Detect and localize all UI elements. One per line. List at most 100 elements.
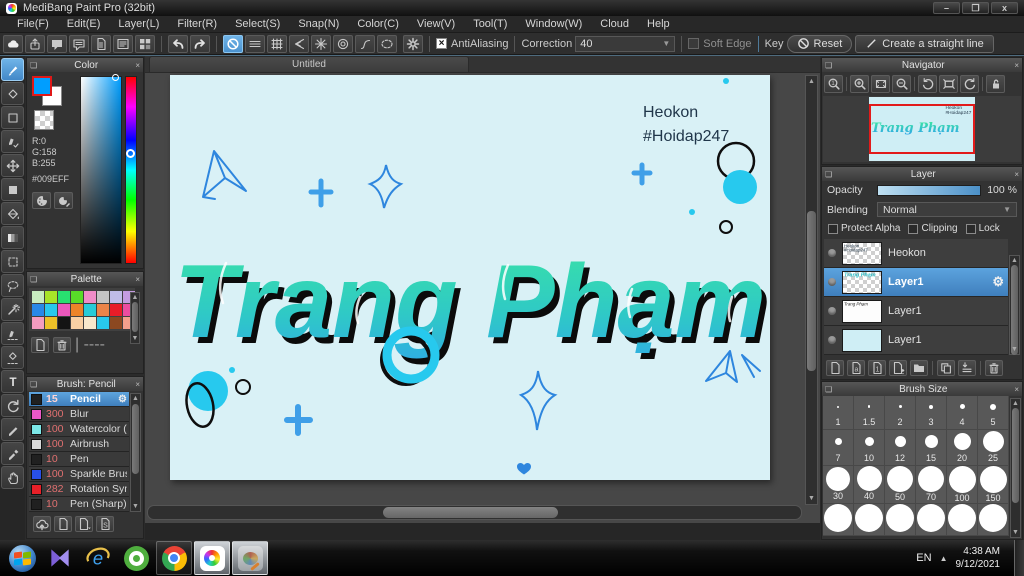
antialiasing-checkbox[interactable]: × AntiAliasing — [436, 38, 508, 50]
snap-ellipse-icon[interactable] — [377, 34, 397, 53]
taskbar-coccoc[interactable] — [118, 541, 154, 575]
zoom-actual-icon[interactable]: 1 — [824, 75, 843, 93]
trash-icon[interactable] — [985, 360, 1003, 376]
close-icon[interactable]: × — [132, 61, 143, 70]
tool-lasso[interactable] — [1, 274, 24, 297]
menu-item-color[interactable]: Color(C) — [348, 18, 408, 30]
snap-vanish-icon[interactable] — [289, 34, 309, 53]
snap-curve-icon[interactable] — [355, 34, 375, 53]
close-icon[interactable]: × — [132, 380, 143, 389]
taskbar-medibang[interactable] — [194, 541, 230, 575]
palette-swatch[interactable] — [110, 291, 122, 303]
brush-scrollbar[interactable]: ▲ ▼ — [130, 393, 141, 512]
menu-item-cloud[interactable]: Cloud — [591, 18, 638, 30]
snap-parallel-icon[interactable] — [245, 34, 265, 53]
menu-item-edit[interactable]: Edit(E) — [58, 18, 110, 30]
layer-scrollbar[interactable]: ▲ ▼ — [1009, 255, 1020, 355]
menu-item-filter[interactable]: Filter(R) — [168, 18, 226, 30]
zoom-fit-icon[interactable] — [871, 75, 890, 93]
scrollbar-thumb[interactable] — [383, 507, 558, 518]
palette-scrollbar[interactable]: ▲ ▼ — [130, 292, 140, 344]
checkbox-protect-alpha[interactable]: Protect Alpha — [828, 223, 900, 234]
brush-item-pen-sharp-[interactable]: 10 Pen (Sharp) — [29, 497, 129, 512]
clock[interactable]: 4:38 AM 9/12/2021 — [956, 545, 1007, 571]
blending-dropdown[interactable]: Normal ▼ — [877, 202, 1017, 217]
brush-item-airbrush[interactable]: 100 Airbrush — [29, 437, 129, 452]
merge-icon[interactable] — [958, 360, 976, 376]
tool-select-pen[interactable] — [1, 322, 24, 345]
brush-size-scrollbar[interactable]: ▲ ▼ — [1010, 398, 1021, 538]
redo-icon[interactable] — [190, 34, 210, 53]
brush-size-1.5[interactable]: 1.5 — [854, 396, 885, 430]
page-s-icon[interactable]: S — [96, 516, 114, 532]
tool-pen[interactable] — [1, 418, 24, 441]
layer-item[interactable]: Trang Phạm Layer1 ⚙ — [824, 268, 1008, 297]
soft-edge-checkbox[interactable]: Soft Edge — [688, 38, 752, 50]
rotate-left-icon[interactable] — [918, 75, 937, 93]
tool-marquee[interactable] — [1, 250, 24, 273]
tool-gradient[interactable] — [1, 226, 24, 249]
brush-size-1[interactable]: 1 — [823, 396, 854, 430]
taskbar-kmplayer[interactable] — [42, 541, 78, 575]
trash-icon[interactable] — [53, 337, 71, 353]
palette-swatch[interactable] — [97, 304, 109, 316]
tool-fill-rect[interactable] — [1, 178, 24, 201]
canvas-horizontal-scrollbar[interactable] — [147, 505, 802, 520]
duplicate-icon[interactable] — [937, 360, 955, 376]
tool-bucket[interactable] — [1, 202, 24, 225]
brush-size-5[interactable]: 5 — [978, 396, 1009, 430]
cloud-icon[interactable] — [3, 34, 23, 53]
layer-visibility-dot[interactable] — [828, 307, 836, 315]
taskbar-paint-app[interactable] — [232, 541, 268, 575]
brush-size-2[interactable]: 2 — [885, 396, 916, 430]
menu-item-snap[interactable]: Snap(N) — [289, 18, 348, 30]
brush-size-30[interactable]: 30 — [823, 466, 854, 504]
cloud-up-icon[interactable] — [33, 516, 51, 532]
layer-visibility-dot[interactable] — [828, 336, 836, 344]
menu-item-tool[interactable]: Tool(T) — [464, 18, 516, 30]
popout-icon[interactable]: ❏ — [822, 61, 835, 70]
tool-brush[interactable] — [1, 58, 24, 81]
hue-marker[interactable] — [126, 149, 135, 158]
palette-swatch[interactable] — [45, 317, 57, 329]
palette-swatch[interactable] — [45, 304, 57, 316]
palette-swatch[interactable] — [97, 291, 109, 303]
palette-swatch[interactable] — [84, 304, 96, 316]
checkbox-clipping[interactable]: Clipping — [908, 223, 958, 234]
document-icon[interactable] — [91, 34, 111, 53]
menu-item-view[interactable]: View(V) — [408, 18, 464, 30]
layer-item[interactable]: Heokon #Hoidap247 Heokon — [824, 239, 1008, 268]
brush-size-4[interactable]: 4 — [947, 396, 978, 430]
popout-icon[interactable]: ❏ — [27, 61, 40, 70]
close-button[interactable]: x — [991, 2, 1018, 14]
zoom-out-icon[interactable] — [892, 75, 911, 93]
brush-item-pen[interactable]: 10 Pen — [29, 452, 129, 467]
snap-concentric-icon[interactable] — [333, 34, 353, 53]
comment-icon[interactable] — [69, 34, 89, 53]
brush-item-blur[interactable]: 300 Blur — [29, 407, 129, 422]
brush-size-large[interactable] — [916, 504, 947, 536]
lock-icon[interactable] — [986, 75, 1005, 93]
brush-size-large[interactable] — [885, 504, 916, 536]
show-desktop-button[interactable] — [1014, 540, 1024, 576]
page-1-icon[interactable]: 1 — [868, 360, 886, 376]
tiles-icon[interactable] — [135, 34, 155, 53]
palette-swatch[interactable] — [84, 291, 96, 303]
layer-settings-gear-icon[interactable]: ⚙ — [992, 274, 1004, 290]
sv-marker[interactable] — [112, 74, 119, 81]
palette-swatch[interactable] — [71, 317, 83, 329]
close-icon[interactable]: × — [1011, 61, 1022, 70]
brush-size-3[interactable]: 3 — [916, 396, 947, 430]
page-arrow-icon[interactable] — [75, 516, 93, 532]
chat-icon[interactable] — [47, 34, 67, 53]
tool-text[interactable]: T — [1, 370, 24, 393]
tool-hand[interactable] — [1, 466, 24, 489]
foreground-color-swatch[interactable] — [32, 76, 52, 96]
brush-settings-gear-icon[interactable]: ⚙ — [118, 394, 127, 405]
correction-dropdown[interactable]: 40 ▼ — [575, 35, 676, 52]
tool-eyedropper[interactable] — [1, 442, 24, 465]
popout-icon[interactable]: ❏ — [822, 385, 835, 394]
brush-item-pencil[interactable]: 15 Pencil ⚙ — [29, 392, 129, 407]
tool-eraser[interactable] — [1, 82, 24, 105]
language-indicator[interactable]: EN — [916, 552, 931, 564]
